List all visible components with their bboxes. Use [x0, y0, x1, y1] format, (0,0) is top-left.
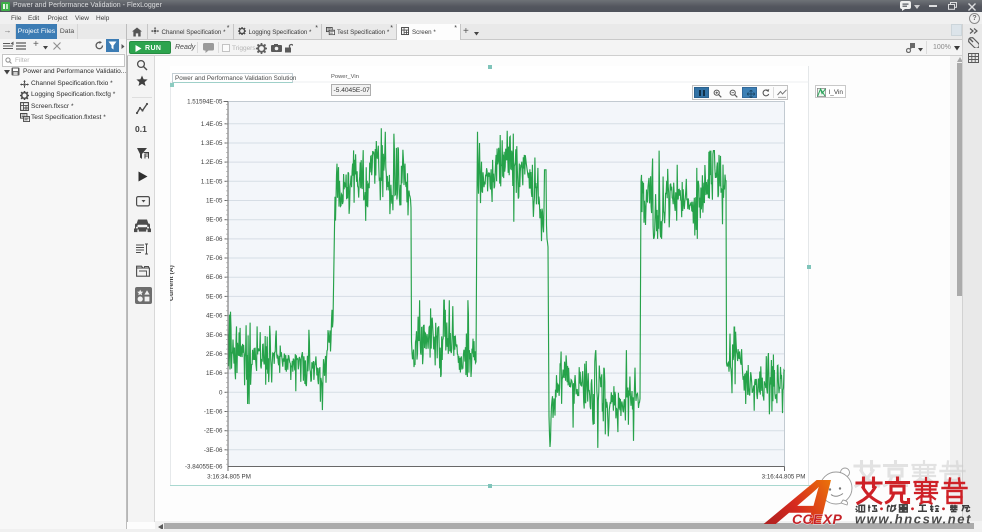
svg-text:1.2E-05: 1.2E-05	[201, 159, 223, 166]
svg-text:2E-06: 2E-06	[206, 351, 223, 358]
svg-text:-3.84055E-06: -3.84055E-06	[185, 464, 223, 471]
svg-text:-3E-06: -3E-06	[204, 447, 223, 454]
svg-text:1E-05: 1E-05	[206, 198, 223, 205]
svg-text:Current (A): Current (A)	[170, 265, 175, 301]
svg-text:www.hncsw.net: www.hncsw.net	[855, 512, 971, 527]
svg-text:-1E-06: -1E-06	[204, 409, 223, 416]
svg-text:1.1E-05: 1.1E-05	[201, 178, 223, 185]
svg-text:7E-06: 7E-06	[206, 255, 223, 262]
svg-text:1.4E-05: 1.4E-05	[201, 121, 223, 128]
svg-text:3E-06: 3E-06	[206, 332, 223, 339]
svg-text:-2E-06: -2E-06	[204, 428, 223, 435]
svg-text:0: 0	[219, 389, 223, 396]
svg-text:1E-06: 1E-06	[206, 370, 223, 377]
svg-text:5E-06: 5E-06	[206, 293, 223, 300]
svg-text:6E-06: 6E-06	[206, 274, 223, 281]
svg-text:1.3E-05: 1.3E-05	[201, 140, 223, 147]
svg-text:4E-06: 4E-06	[206, 313, 223, 320]
svg-text:CCEXP: CCEXP	[792, 511, 842, 527]
svg-text:9E-06: 9E-06	[206, 217, 223, 224]
svg-text:3:16:34.805 PM: 3:16:34.805 PM	[207, 474, 251, 481]
svg-text:1.51594E-05: 1.51594E-05	[187, 99, 223, 106]
svg-text:8E-06: 8E-06	[206, 236, 223, 243]
